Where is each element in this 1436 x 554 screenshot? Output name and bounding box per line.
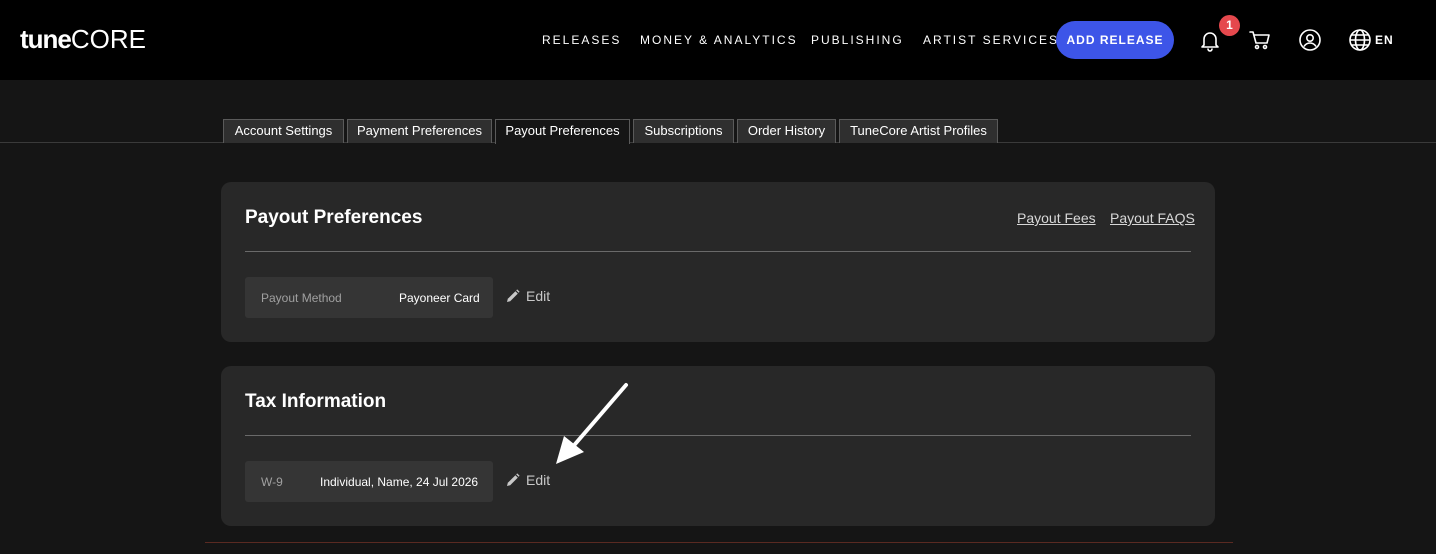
- nav-publishing[interactable]: PUBLISHING: [811, 33, 904, 47]
- payout-method-box: Payout Method Payoneer Card: [245, 277, 493, 318]
- payout-fees-link[interactable]: Payout Fees: [1017, 210, 1096, 226]
- tax-form-label: W-9: [261, 475, 283, 489]
- top-nav: tuneCORE RELEASES MONEY & ANALYTICS PUBL…: [0, 0, 1436, 80]
- payout-preferences-card: Payout Preferences Payout Fees Payout FA…: [221, 182, 1215, 342]
- notification-badge: 1: [1219, 15, 1240, 36]
- pencil-icon: [507, 473, 520, 486]
- cart-icon[interactable]: [1248, 28, 1272, 52]
- payout-method-label: Payout Method: [261, 291, 342, 305]
- tax-information-title: Tax Information: [245, 391, 387, 412]
- tab-account-settings[interactable]: Account Settings: [223, 119, 344, 143]
- section-divider: [245, 251, 1191, 252]
- tax-edit-button[interactable]: Edit: [506, 471, 556, 491]
- language-selector[interactable]: EN: [1375, 33, 1394, 47]
- user-icon[interactable]: [1298, 28, 1322, 52]
- nav-money-analytics[interactable]: MONEY & ANALYTICS: [640, 33, 798, 47]
- tab-subscriptions[interactable]: Subscriptions: [633, 119, 734, 143]
- tax-form-box: W-9 Individual, Name, 24 Jul 2026: [245, 461, 493, 502]
- tab-payout-preferences[interactable]: Payout Preferences: [495, 119, 630, 144]
- payout-faqs-link[interactable]: Payout FAQS: [1110, 210, 1195, 226]
- tax-information-card: Tax Information W-9 Individual, Name, 24…: [221, 366, 1215, 526]
- tab-order-history[interactable]: Order History: [737, 119, 836, 143]
- add-release-button[interactable]: ADD RELEASE: [1056, 21, 1174, 59]
- nav-artist-services[interactable]: ARTIST SERVICES: [923, 33, 1059, 47]
- globe-icon[interactable]: [1348, 28, 1372, 52]
- annotation-arrow-icon: [556, 383, 628, 464]
- payout-edit-button[interactable]: Edit: [506, 287, 556, 307]
- section-bottom-divider: [205, 542, 1233, 543]
- tunecore-logo[interactable]: tuneCORE: [20, 24, 146, 55]
- tax-form-value: Individual, Name, 24 Jul 2026: [320, 475, 479, 489]
- nav-releases[interactable]: RELEASES: [542, 33, 621, 47]
- tab-tunecore-artist-profiles[interactable]: TuneCore Artist Profiles: [839, 119, 998, 143]
- pencil-icon: [507, 289, 520, 302]
- bell-icon[interactable]: [1198, 28, 1222, 52]
- tax-edit-label: Edit: [526, 472, 551, 488]
- section-divider: [245, 435, 1191, 436]
- payout-preferences-title: Payout Preferences: [245, 207, 423, 228]
- payout-edit-label: Edit: [526, 288, 551, 304]
- payout-method-value: Payoneer Card: [399, 291, 480, 305]
- tab-payment-preferences[interactable]: Payment Preferences: [347, 119, 492, 143]
